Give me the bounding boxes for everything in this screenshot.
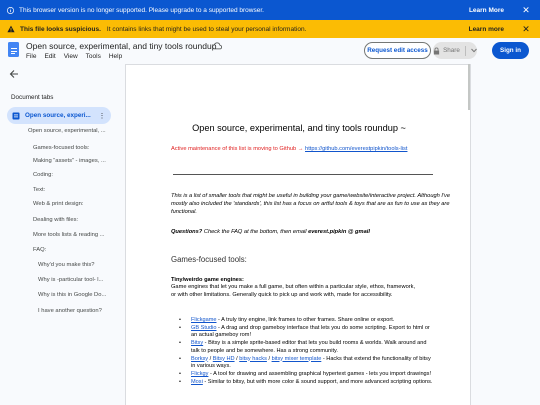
questions-label: Questions?	[171, 229, 203, 235]
outline-item[interactable]: Open source, experimental, ...	[28, 128, 112, 134]
document-canvas: Open source, experimental, and tiny tool…	[122, 64, 540, 405]
info-icon	[7, 6, 14, 14]
outline-item[interactable]: I have another question?	[38, 308, 112, 314]
share-label: Share	[443, 47, 460, 54]
outline-item[interactable]: Why is -particular tool- l...	[38, 277, 112, 283]
list-item: Mosi - Similar to bitsy, but with more c…	[179, 379, 434, 387]
outline-item[interactable]: Games-focused tools:	[33, 145, 113, 151]
tab-main-document[interactable]: Open source, experi... ⋮	[7, 107, 111, 124]
back-arrow-icon[interactable]	[9, 69, 19, 79]
browser-banner-text: This browser version is no longer suppor…	[19, 6, 264, 14]
outline-item[interactable]: Why'd you make this?	[38, 262, 112, 268]
borksy-link[interactable]: Borksy	[191, 356, 208, 362]
list-item: Flickgame - A truly tiny engine, link fr…	[179, 317, 434, 325]
outline-item[interactable]: Why is this in Google Do...	[38, 292, 112, 298]
list-item-text: - Similar to bitsy, but with more color …	[202, 378, 433, 385]
outline-item[interactable]: Web & print design:	[33, 201, 113, 207]
list-item-text: - A tool for drawing and assembling grap…	[208, 370, 432, 377]
browser-support-banner: This browser version is no longer suppor…	[0, 0, 540, 20]
contact-email: everest.pipkin @ gmail	[308, 229, 370, 235]
bitsy-hacks-link[interactable]: bitsy hacks	[239, 356, 267, 362]
document-outline-sidebar: Document tabs Open source, experi... ⋮ O…	[0, 64, 120, 405]
outline-item[interactable]: Text:	[33, 187, 113, 193]
bitsy-hd-link[interactable]: Bitsy HD	[213, 356, 235, 362]
warning-learn-more-link[interactable]: Learn more	[469, 26, 504, 33]
list-item: Bitsy - Bitsy is a simple sprite-based e…	[179, 340, 434, 355]
maintenance-text: Active maintenance of this list is movin…	[171, 146, 306, 152]
flickgy-link[interactable]: Flickgy	[191, 371, 208, 377]
chevron-down-icon	[471, 48, 477, 53]
close-icon[interactable]: ✕	[516, 24, 536, 35]
maintenance-notice: Active maintenance of this list is movin…	[171, 146, 407, 152]
request-edit-access-button[interactable]: Request edit access	[364, 42, 431, 59]
github-link[interactable]: https://github.com/everestpipkin/tools-l…	[305, 146, 407, 152]
intro-paragraph: This is a list of smaller tools that mig…	[171, 193, 451, 215]
flickgame-link[interactable]: Flickgame	[191, 317, 217, 323]
warning-text: It contains links that might be used to …	[106, 25, 307, 33]
outline-item[interactable]: More tools lists & reading ...	[33, 232, 113, 238]
docs-logo-icon[interactable]	[8, 42, 19, 57]
outline-item[interactable]: Dealing with files:	[33, 217, 113, 223]
list-item: GB Studio - A drag and drop gameboy inte…	[179, 325, 434, 340]
section-heading: Games-focused tools:	[171, 255, 247, 264]
menu-help[interactable]: Help	[109, 53, 122, 60]
active-tab-label: Open source, experi...	[25, 112, 91, 119]
menu-view[interactable]: View	[64, 53, 78, 60]
bitsy-mixer-template-link[interactable]: bitsy mixer template	[272, 356, 322, 362]
outline-item[interactable]: FAQ:	[33, 247, 113, 253]
lock-icon	[433, 46, 440, 54]
document-page: Open source, experimental, and tiny tool…	[125, 64, 471, 405]
scrollbar[interactable]	[468, 64, 470, 110]
doc-title-heading: Open source, experimental, and tiny tool…	[192, 123, 406, 133]
cloud-status-icon[interactable]	[212, 42, 222, 50]
questions-text: Check the FAQ at the bottom, then email	[202, 229, 309, 235]
list-item: Flickgy - A tool for drawing and assembl…	[179, 371, 434, 379]
menu-file[interactable]: File	[26, 53, 36, 60]
share-divider	[464, 45, 466, 56]
menu-tools[interactable]: Tools	[86, 53, 101, 60]
browser-learn-more-link[interactable]: Learn More	[469, 7, 504, 14]
subsection-paragraph: Game engines that let you make a full ga…	[171, 284, 416, 298]
list-item-text: - A truly tiny engine, link frames to ot…	[216, 317, 395, 323]
docs-header: Open source, experimental, and tiny tool…	[0, 38, 540, 64]
document-tab-icon	[12, 112, 20, 119]
warning-title: This file looks suspicious.	[20, 25, 101, 33]
horizontal-rule	[173, 174, 433, 175]
suspicious-file-banner: This file looks suspicious. It contains …	[0, 20, 540, 38]
more-options-icon[interactable]: ⋮	[98, 112, 106, 120]
bitsy-link[interactable]: Bitsy	[191, 340, 203, 346]
outline-item[interactable]: Coding:	[33, 172, 113, 178]
sign-in-button[interactable]: Sign in	[492, 42, 529, 59]
menu-edit[interactable]: Edit	[44, 53, 55, 60]
close-icon[interactable]: ✕	[516, 5, 536, 16]
menu-bar: File Edit View Tools Help	[26, 53, 122, 60]
outline-item[interactable]: Making “assets” - images, ...	[33, 158, 113, 164]
share-button[interactable]: Share	[433, 42, 477, 59]
gb-studio-link[interactable]: GB Studio	[191, 325, 217, 331]
list-item: Borksy / Bitsy HD / bitsy hacks / bitsy …	[179, 356, 434, 371]
subsection-heading: Tiny/weirdo game engines:	[171, 277, 244, 283]
document-tabs-label: Document tabs	[11, 94, 54, 101]
warning-icon	[7, 25, 15, 33]
questions-paragraph: Questions? Check the FAQ at the bottom, …	[171, 229, 451, 235]
list-item-text: - Bitsy is a simple sprite-based editor …	[191, 340, 427, 354]
engine-list: Flickgame - A truly tiny engine, link fr…	[179, 317, 434, 386]
mosi-link[interactable]: Mosi	[191, 379, 203, 385]
document-title: Open source, experimental, and tiny tool…	[26, 41, 217, 51]
list-item-text: - A drag and drop gameboy interface that…	[191, 324, 430, 339]
